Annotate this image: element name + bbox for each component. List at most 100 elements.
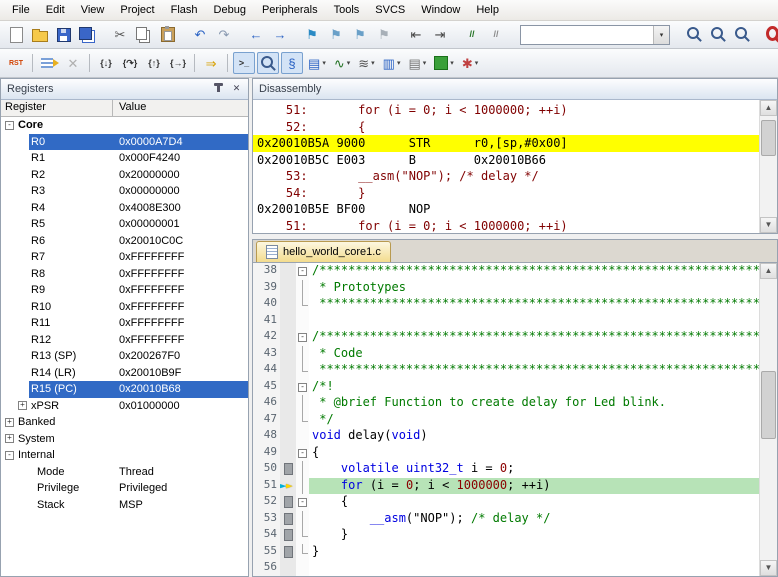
menu-item-help[interactable]: Help — [468, 2, 507, 18]
paste-icon[interactable] — [157, 24, 179, 46]
scrollbar-track[interactable] — [760, 279, 777, 560]
navigate-forward-icon[interactable]: → — [269, 24, 291, 46]
new-file-icon[interactable] — [5, 24, 27, 46]
scroll-down-button[interactable]: ▼ — [760, 560, 777, 576]
fold-collapse-icon[interactable]: - — [298, 333, 307, 342]
run-to-line-button[interactable]: {→} — [167, 52, 189, 74]
fold-margin[interactable]: - — [296, 445, 309, 462]
bookmark-toggle-icon[interactable]: ⚑ — [301, 24, 323, 46]
register-row-r5[interactable]: R50x00000001 — [1, 216, 248, 233]
register-row-privilege[interactable]: PrivilegePrivileged — [1, 480, 248, 497]
editor-scrollbar[interactable]: ▲ ▼ — [759, 263, 777, 576]
register-row-r11[interactable]: R110xFFFFFFFF — [1, 315, 248, 332]
register-row-internal[interactable]: -Internal — [1, 447, 248, 464]
run-button[interactable] — [38, 52, 60, 74]
dropdown-arrow-icon[interactable]: ▾ — [450, 59, 454, 67]
register-row-r3[interactable]: R30x00000000 — [1, 183, 248, 200]
redo-icon[interactable]: ↷ — [213, 24, 235, 46]
menu-item-debug[interactable]: Debug — [206, 2, 254, 18]
register-row-system[interactable]: +System — [1, 431, 248, 448]
undo-icon[interactable]: ↶ — [189, 24, 211, 46]
dropdown-arrow-icon[interactable]: ▾ — [347, 59, 351, 67]
close-button[interactable]: ✕ — [229, 82, 244, 96]
collapse-icon[interactable]: - — [5, 121, 14, 130]
pin-button[interactable] — [211, 82, 226, 96]
expand-icon[interactable]: + — [5, 434, 14, 443]
step-out-button[interactable]: {↑} — [143, 52, 165, 74]
watch-windows-button[interactable]: ▤▾ — [405, 52, 429, 74]
scrollbar-thumb[interactable] — [761, 120, 776, 156]
tab-hello-world-core1-c[interactable]: hello_world_core1.c — [256, 241, 391, 262]
editor-content[interactable]: 38-/************************************… — [253, 263, 759, 576]
bookmark-next-icon[interactable]: ⚑ — [349, 24, 371, 46]
register-row-r13-sp[interactable]: R13 (SP)0x200267F0 — [1, 348, 248, 365]
navigate-back-icon[interactable]: ← — [245, 24, 267, 46]
trace-windows-button[interactable]: ≋▾ — [355, 52, 377, 74]
scrollbar-track[interactable] — [760, 116, 777, 217]
menu-item-tools[interactable]: Tools — [326, 2, 368, 18]
expand-icon[interactable]: + — [18, 401, 27, 410]
scrollbar-thumb[interactable] — [761, 371, 776, 439]
menu-item-project[interactable]: Project — [112, 2, 162, 18]
incremental-find-icon[interactable] — [731, 24, 753, 46]
unindent-icon[interactable]: ⇤ — [405, 24, 427, 46]
fold-margin[interactable]: - — [296, 329, 309, 346]
save-all-icon[interactable] — [77, 24, 99, 46]
register-row-r10[interactable]: R100xFFFFFFFF — [1, 299, 248, 316]
comment-icon[interactable]: // — [461, 24, 483, 46]
fold-margin[interactable]: - — [296, 263, 309, 280]
dropdown-arrow-icon[interactable]: ▾ — [423, 59, 427, 67]
open-folder-icon[interactable] — [29, 24, 51, 46]
menu-item-window[interactable]: Window — [413, 2, 468, 18]
register-row-r15-pc[interactable]: R15 (PC)0x20010B68 — [1, 381, 248, 398]
dropdown-arrow-icon[interactable]: ▾ — [371, 59, 375, 67]
dropdown-arrow-icon[interactable]: ▾ — [397, 59, 401, 67]
menu-item-svcs[interactable]: SVCS — [367, 2, 413, 18]
collapse-icon[interactable]: - — [5, 451, 14, 460]
menu-item-peripherals[interactable]: Peripherals — [254, 2, 326, 18]
copy-icon[interactable] — [133, 24, 155, 46]
fold-collapse-icon[interactable]: - — [298, 267, 307, 276]
bookmark-clear-icon[interactable]: ⚑ — [373, 24, 395, 46]
register-row-r0[interactable]: R00x0000A7D4 — [1, 134, 248, 151]
menu-item-file[interactable]: File — [4, 2, 38, 18]
register-row-stack[interactable]: StackMSP — [1, 497, 248, 514]
save-icon[interactable] — [53, 24, 75, 46]
dropdown-arrow-icon[interactable]: ▾ — [475, 59, 479, 67]
menu-item-flash[interactable]: Flash — [163, 2, 206, 18]
scroll-up-button[interactable]: ▲ — [760, 263, 777, 279]
serial-windows-button[interactable]: ▤▾ — [305, 52, 329, 74]
register-row-r1[interactable]: R10x000F4240 — [1, 150, 248, 167]
register-row-banked[interactable]: +Banked — [1, 414, 248, 431]
symbol-window-button[interactable]: § — [281, 52, 303, 74]
register-row-r6[interactable]: R60x20010C0C — [1, 233, 248, 250]
scroll-down-button[interactable]: ▼ — [760, 217, 777, 233]
stop-button[interactable]: ✕ — [62, 52, 84, 74]
find-in-files-icon[interactable] — [683, 24, 705, 46]
fold-collapse-icon[interactable]: - — [298, 449, 307, 458]
system-viewer-button[interactable]: ▾ — [431, 52, 457, 74]
reset-cpu-button[interactable]: RST — [5, 52, 27, 74]
step-over-button[interactable]: {↷} — [119, 52, 141, 74]
register-row-xpsr[interactable]: +xPSR0x01000000 — [1, 398, 248, 415]
register-row-mode[interactable]: ModeThread — [1, 464, 248, 481]
uncomment-icon[interactable]: // — [485, 24, 507, 46]
menu-item-edit[interactable]: Edit — [38, 2, 73, 18]
register-row-r4[interactable]: R40x4008E300 — [1, 200, 248, 217]
find-icon[interactable] — [707, 24, 729, 46]
search-dropdown-button[interactable]: ▾ — [653, 26, 669, 44]
register-row-r9[interactable]: R90xFFFFFFFF — [1, 282, 248, 299]
fold-margin[interactable]: - — [296, 494, 309, 511]
analysis-windows-button[interactable]: ∿▾ — [331, 52, 353, 74]
register-row-r12[interactable]: R120xFFFFFFFF — [1, 332, 248, 349]
step-button[interactable]: {↓} — [95, 52, 117, 74]
start-stop-debug-button[interactable] — [763, 24, 778, 46]
disassembly-window-button[interactable] — [257, 52, 279, 74]
toolbox-button[interactable]: ✱▾ — [459, 52, 481, 74]
disassembly-scrollbar[interactable]: ▲ ▼ — [759, 100, 777, 233]
memory-windows-button[interactable]: ▥▾ — [380, 52, 404, 74]
register-row-r8[interactable]: R80xFFFFFFFF — [1, 266, 248, 283]
expand-icon[interactable]: + — [5, 418, 14, 427]
indent-icon[interactable]: ⇥ — [429, 24, 451, 46]
scroll-up-button[interactable]: ▲ — [760, 100, 777, 116]
